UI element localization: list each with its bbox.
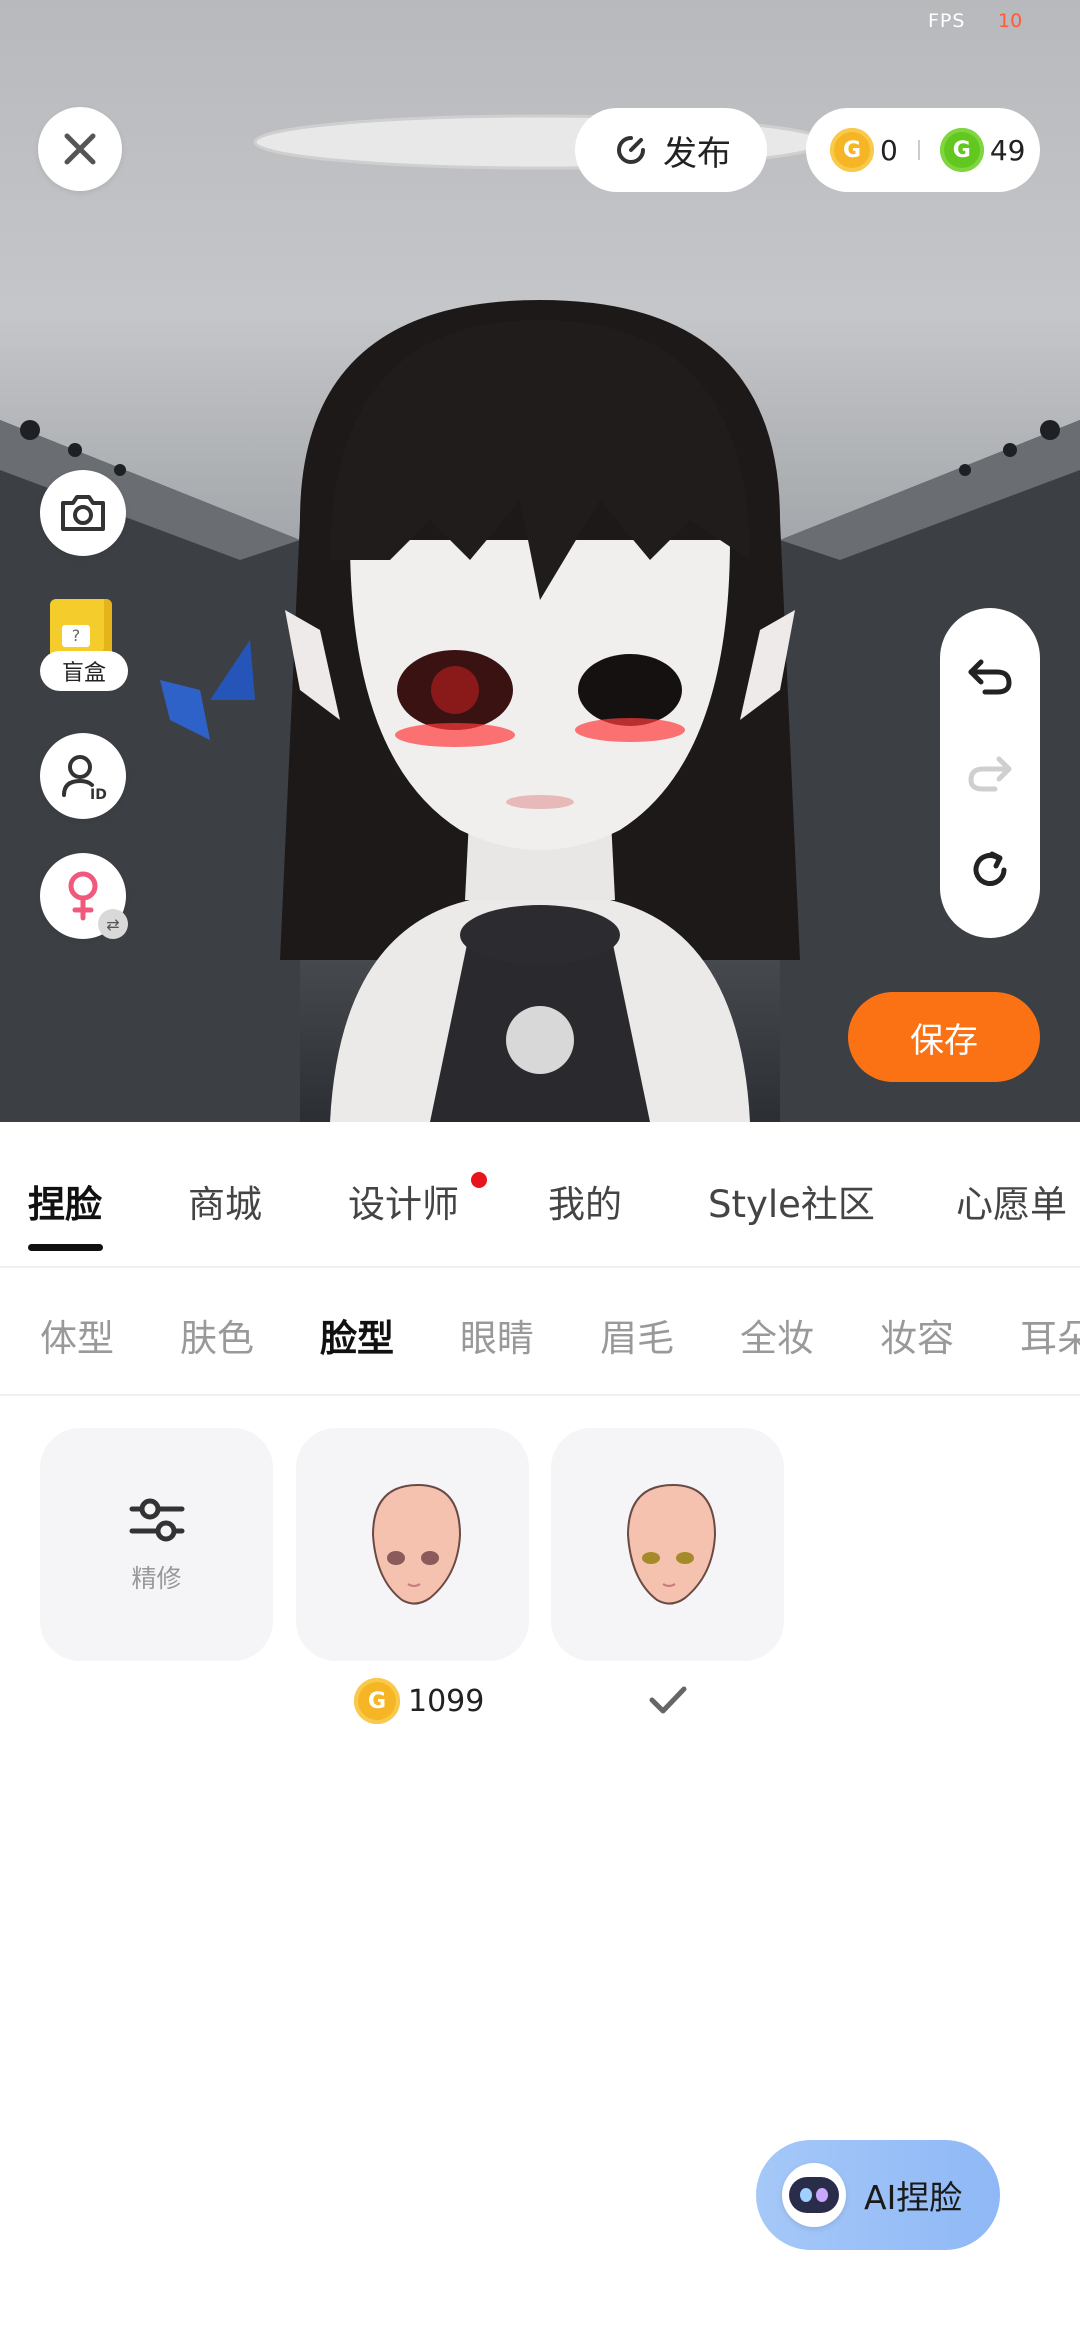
green-coin-count: 49 bbox=[989, 133, 1026, 167]
selected-check-icon bbox=[649, 1686, 687, 1714]
blind-box-label: 盲盒 bbox=[40, 651, 128, 691]
face-shape-price: G 1099 bbox=[354, 1676, 484, 1726]
redo-icon bbox=[968, 756, 1012, 792]
robot-icon bbox=[782, 2163, 846, 2227]
main-tab-bar: 捏脸 商城 设计师 我的 Style社区 心愿单 bbox=[0, 1122, 1080, 1268]
tab-style-community[interactable]: Style社区 bbox=[708, 1174, 875, 1228]
swap-icon: ⇄ bbox=[98, 909, 128, 939]
tab-mine[interactable]: 我的 bbox=[548, 1174, 622, 1228]
gold-coin-icon: G bbox=[354, 1678, 400, 1724]
gold-coin-icon: G bbox=[830, 128, 874, 172]
sliders-icon bbox=[129, 1498, 184, 1541]
gold-coin-count: 0 bbox=[880, 133, 898, 167]
tab-makeup[interactable]: 妆容 bbox=[880, 1308, 954, 1362]
currency-divider bbox=[917, 140, 920, 160]
svg-text:ID: ID bbox=[90, 787, 107, 801]
fps-label: FPS bbox=[928, 10, 966, 32]
tab-full-makeup[interactable]: 全妆 bbox=[740, 1308, 814, 1362]
avatar-id-button[interactable]: ID bbox=[40, 733, 126, 819]
ai-face-button[interactable]: AI捏脸 bbox=[756, 2140, 1000, 2250]
fps-value: 10 bbox=[998, 10, 1023, 32]
avatar-id-icon: ID bbox=[62, 755, 107, 801]
price-value: 1099 bbox=[408, 1683, 485, 1719]
notification-badge bbox=[471, 1172, 487, 1188]
save-button[interactable]: 保存 bbox=[848, 992, 1040, 1082]
close-button[interactable] bbox=[38, 107, 122, 191]
face-shape-item[interactable] bbox=[296, 1428, 529, 1661]
tab-body-type[interactable]: 体型 bbox=[40, 1308, 114, 1362]
tab-face-edit[interactable]: 捏脸 bbox=[28, 1174, 102, 1228]
female-gender-icon bbox=[68, 871, 98, 921]
redo-button[interactable] bbox=[960, 743, 1020, 803]
question-mark-icon: ? bbox=[62, 625, 90, 647]
editor-panel: 捏脸 商城 设计师 我的 Style社区 心愿单 体型 肤色 脸型 眼睛 眉毛 … bbox=[0, 1122, 1080, 2340]
tab-designer[interactable]: 设计师 bbox=[348, 1174, 459, 1228]
camera-button[interactable] bbox=[40, 470, 126, 556]
tab-skin-color[interactable]: 肤色 bbox=[180, 1308, 254, 1362]
face-shape-thumbnail bbox=[371, 1483, 461, 1604]
publish-button[interactable]: 发布 bbox=[575, 108, 767, 192]
fine-tune-tile[interactable]: 精修 bbox=[40, 1428, 273, 1661]
undo-icon bbox=[968, 659, 1012, 695]
avatar-viewport[interactable]: FPS 10 发布 G 0 G 49 ? 盲盒 ID ⇄ 保存 bbox=[0, 0, 1080, 1122]
tab-eyes[interactable]: 眼睛 bbox=[460, 1308, 534, 1362]
tab-mall[interactable]: 商城 bbox=[188, 1174, 262, 1228]
undo-button[interactable] bbox=[960, 646, 1020, 706]
tab-ears[interactable]: 耳朵 bbox=[1020, 1308, 1080, 1362]
blind-box-button[interactable]: ? 盲盒 bbox=[40, 595, 128, 695]
history-controls bbox=[940, 608, 1040, 938]
camera-icon bbox=[61, 495, 105, 531]
currency-balance[interactable]: G 0 G 49 bbox=[806, 108, 1040, 192]
close-icon bbox=[64, 133, 96, 165]
publish-label: 发布 bbox=[663, 133, 731, 174]
gender-switch-button[interactable]: ⇄ bbox=[40, 853, 128, 939]
tab-wishlist[interactable]: 心愿单 bbox=[956, 1174, 1067, 1228]
active-tab-indicator bbox=[28, 1244, 103, 1251]
face-shape-thumbnail bbox=[626, 1483, 716, 1604]
refresh-arrow-icon bbox=[617, 136, 645, 164]
reset-button[interactable] bbox=[960, 840, 1020, 900]
ai-face-label: AI捏脸 bbox=[864, 2178, 963, 2217]
face-shape-item-selected[interactable] bbox=[551, 1428, 784, 1661]
green-coin-icon: G bbox=[939, 128, 984, 172]
fine-tune-label: 精修 bbox=[131, 1563, 182, 1593]
tab-eyebrows[interactable]: 眉毛 bbox=[600, 1308, 674, 1362]
tab-face-shape[interactable]: 脸型 bbox=[320, 1308, 394, 1362]
reset-icon bbox=[973, 851, 1007, 886]
category-tab-bar: 体型 肤色 脸型 眼睛 眉毛 全妆 妆容 耳朵 bbox=[0, 1268, 1080, 1396]
